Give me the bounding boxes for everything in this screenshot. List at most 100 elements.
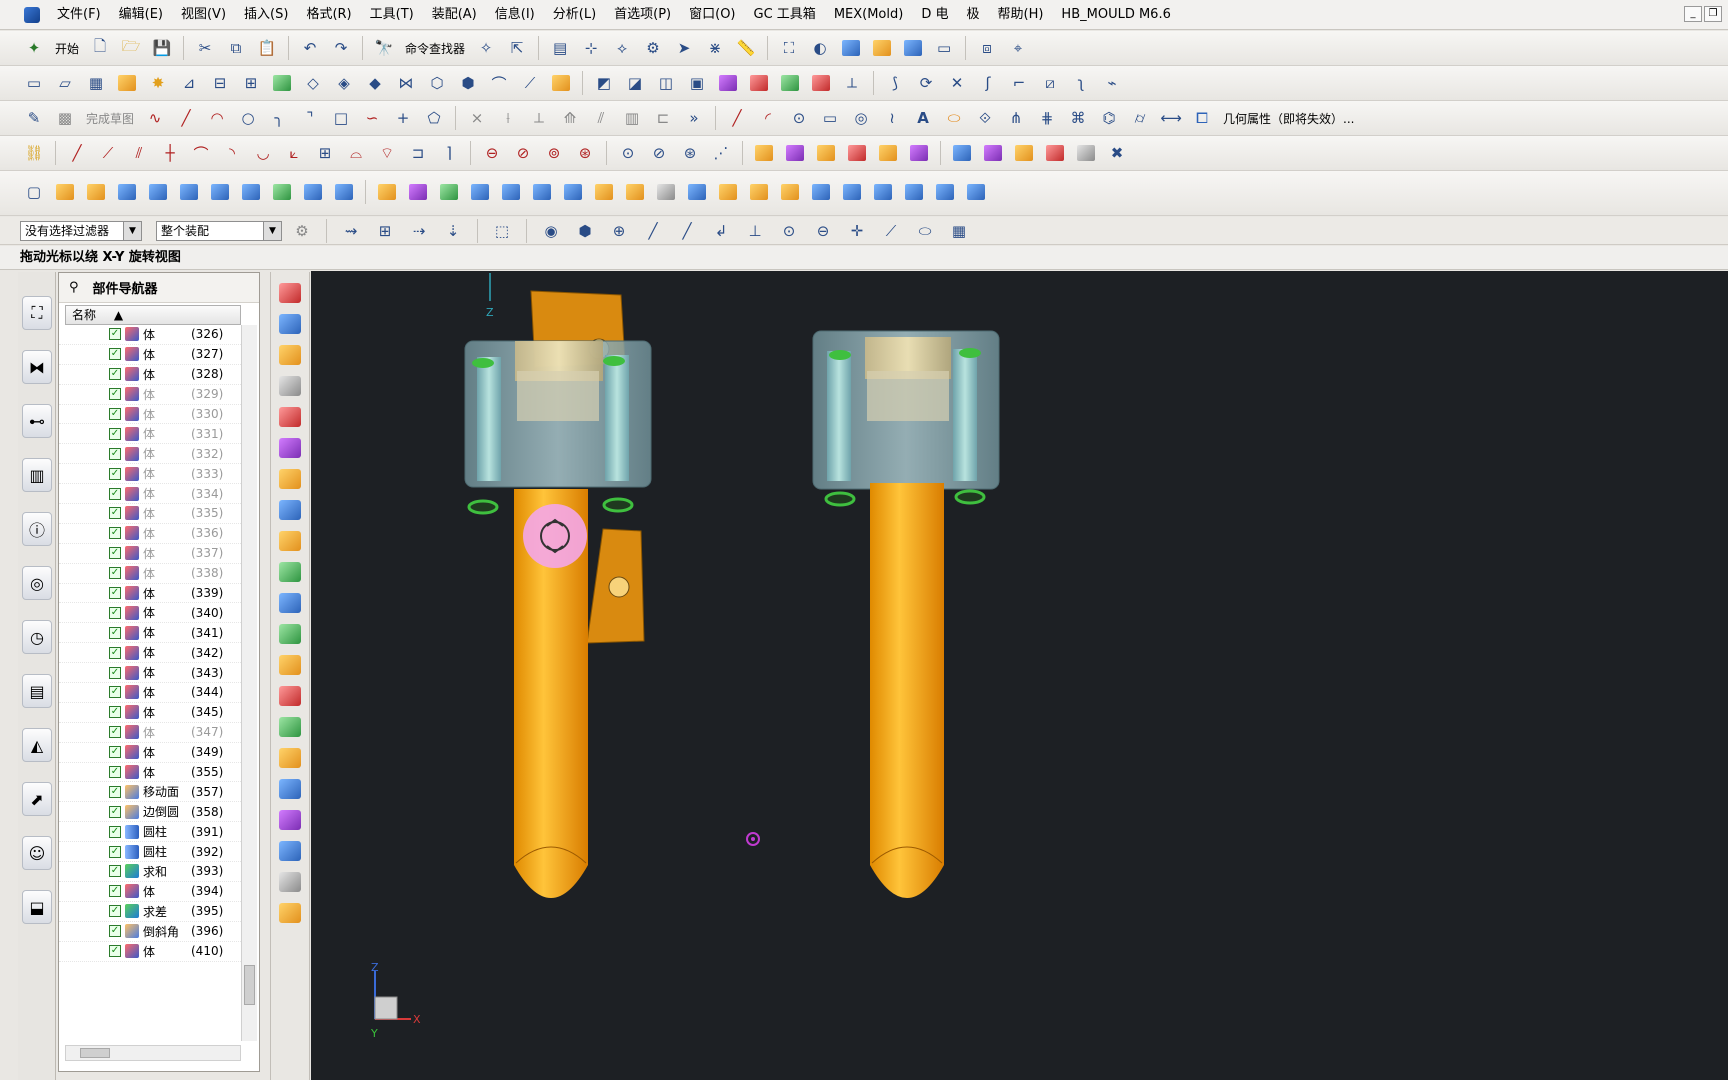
circle-c-icon[interactable]: ⊚: [540, 139, 568, 167]
sweep-body-icon[interactable]: [869, 178, 897, 206]
existing-point-icon[interactable]: ✛: [843, 217, 871, 245]
menu-info[interactable]: 信息(I): [486, 0, 544, 30]
visibility-checkbox[interactable]: ✓: [109, 885, 121, 898]
helix-icon[interactable]: ◎: [847, 104, 875, 132]
product-interface-icon[interactable]: [279, 810, 301, 830]
basic-arc-icon[interactable]: ◜: [754, 104, 782, 132]
visibility-checkbox[interactable]: ✓: [109, 686, 121, 699]
visibility-checkbox[interactable]: ✓: [109, 388, 121, 401]
face-blend-icon[interactable]: [547, 69, 575, 97]
background-icon[interactable]: ▭: [930, 34, 958, 62]
visibility-checkbox[interactable]: ✓: [109, 567, 121, 580]
roles-icon[interactable]: ☺: [22, 836, 52, 870]
curve-offset-icon-2[interactable]: ⬭: [940, 104, 968, 132]
point-on-surface-icon[interactable]: ⬭: [911, 217, 939, 245]
visibility-checkbox[interactable]: ✓: [109, 945, 121, 958]
tree-node[interactable]: ✓ 倒斜角 (396): [59, 922, 241, 942]
render-style-icon[interactable]: ◐: [806, 34, 834, 62]
motion-icon[interactable]: ➤: [670, 34, 698, 62]
add-component-icon[interactable]: [279, 345, 301, 365]
offset-face-icon[interactable]: [590, 178, 618, 206]
left-ejector-assembly[interactable]: [464, 290, 652, 898]
offset-icon[interactable]: ◆: [361, 69, 389, 97]
navigator-horizontal-scrollbar[interactable]: [65, 1045, 241, 1061]
arrangements-icon[interactable]: [279, 841, 301, 861]
hd3d-tools-icon[interactable]: ⓘ: [22, 512, 52, 546]
thread-icon[interactable]: [745, 178, 773, 206]
open-folder-icon[interactable]: 🗁: [117, 34, 145, 62]
intersection-point-icon[interactable]: ⊥: [741, 217, 769, 245]
circle-a-icon[interactable]: ⊖: [478, 139, 506, 167]
wrap-curve-icon[interactable]: ⌬: [1095, 104, 1123, 132]
delete-body-icon[interactable]: ✖: [1103, 139, 1131, 167]
solid-cube-d-icon[interactable]: [843, 139, 871, 167]
thicken-icon[interactable]: ▣: [683, 69, 711, 97]
visibility-checkbox[interactable]: ✓: [109, 368, 121, 381]
draft-icon[interactable]: [745, 69, 773, 97]
start-button[interactable]: 开始: [55, 40, 79, 57]
fillet-arc-icon[interactable]: ⟀: [280, 139, 308, 167]
web-browser-icon[interactable]: ◎: [22, 566, 52, 600]
visibility-checkbox[interactable]: ✓: [109, 527, 121, 540]
select-body-icon[interactable]: ⬢: [571, 217, 599, 245]
solid-cube-i-icon[interactable]: [1010, 139, 1038, 167]
patch-icon[interactable]: ⬡: [423, 69, 451, 97]
model-view[interactable]: Z Z X Y: [311, 271, 1728, 1080]
snap-enable-icon[interactable]: ⊕: [605, 217, 633, 245]
name-column-header[interactable]: 名称 ▲: [65, 305, 241, 325]
reflect-icon[interactable]: ◫: [652, 69, 680, 97]
visibility-checkbox[interactable]: ✓: [109, 865, 121, 878]
process-studio-icon[interactable]: ⬈: [22, 782, 52, 816]
visibility-checkbox[interactable]: ✓: [109, 408, 121, 420]
command-finder-icon[interactable]: 🔭: [370, 34, 398, 62]
constraint-icon[interactable]: ⌖: [1004, 34, 1032, 62]
spline-icon[interactable]: ≀: [878, 104, 906, 132]
scrollbar-thumb[interactable]: [244, 965, 255, 1005]
constraints-icon[interactable]: ⊏: [649, 104, 677, 132]
right-ejector-assembly[interactable]: [812, 330, 1000, 898]
make-corner-icon[interactable]: ⟂: [525, 104, 553, 132]
menu-assembly[interactable]: 装配(A): [423, 0, 486, 30]
clone-assembly-icon[interactable]: [279, 779, 301, 799]
quick-extend-icon[interactable]: ⟊: [494, 104, 522, 132]
pocket-icon[interactable]: [299, 178, 327, 206]
tree-node[interactable]: ✓ 圆柱 (392): [59, 842, 241, 863]
menu-analysis[interactable]: 分析(L): [544, 0, 605, 30]
cut-icon[interactable]: ✂: [191, 34, 219, 62]
system-materials-icon[interactable]: ▤: [22, 674, 52, 708]
assembly-navigator-icon[interactable]: ⛶: [22, 296, 52, 330]
profile-icon[interactable]: ∿: [141, 104, 169, 132]
tree-node[interactable]: ✓ 体 (332): [59, 444, 241, 465]
split-body-icon[interactable]: [652, 178, 680, 206]
associative-icon[interactable]: ⛓: [20, 139, 48, 167]
restore-icon[interactable]: ❐: [1704, 6, 1722, 22]
visibility-checkbox[interactable]: ✓: [109, 905, 121, 918]
mirror-curve-icon[interactable]: ⫽: [587, 104, 615, 132]
arc-center-icon[interactable]: ⊙: [775, 217, 803, 245]
visibility-checkbox[interactable]: ✓: [109, 328, 121, 341]
menu-window[interactable]: 窗口(O): [680, 0, 744, 30]
finish-sketch-icon[interactable]: ▩: [51, 104, 79, 132]
curve-rule-icon[interactable]: ⇢: [405, 217, 433, 245]
plane-icon[interactable]: ▱: [51, 69, 79, 97]
menu-insert[interactable]: 插入(S): [235, 0, 297, 30]
basic-line-icon[interactable]: ╱: [723, 104, 751, 132]
menu-edit[interactable]: 编辑(E): [110, 0, 172, 30]
extend-icon[interactable]: ◈: [330, 69, 358, 97]
paste-icon[interactable]: 📋: [253, 34, 281, 62]
navigator-vertical-scrollbar[interactable]: [241, 325, 257, 1041]
parallel-line-icon[interactable]: ⫽: [125, 139, 153, 167]
trim-icon[interactable]: ◇: [299, 69, 327, 97]
reposition-icon[interactable]: [279, 531, 301, 551]
sphere-solid-icon[interactable]: [962, 178, 990, 206]
rectangle-sketch-icon[interactable]: □: [327, 104, 355, 132]
tree-node[interactable]: ✓ 体 (340): [59, 603, 241, 624]
line-icon[interactable]: ╱: [172, 104, 200, 132]
menu-format[interactable]: 格式(R): [297, 0, 360, 30]
rectangle-select-icon[interactable]: ⬚: [488, 217, 516, 245]
rectangle-icon[interactable]: ▭: [20, 69, 48, 97]
circle-icon[interactable]: ○: [234, 104, 262, 132]
menu-view[interactable]: 视图(V): [172, 0, 235, 30]
menu-tools[interactable]: 工具(T): [361, 0, 423, 30]
arc-b-icon[interactable]: ⌔: [373, 139, 401, 167]
